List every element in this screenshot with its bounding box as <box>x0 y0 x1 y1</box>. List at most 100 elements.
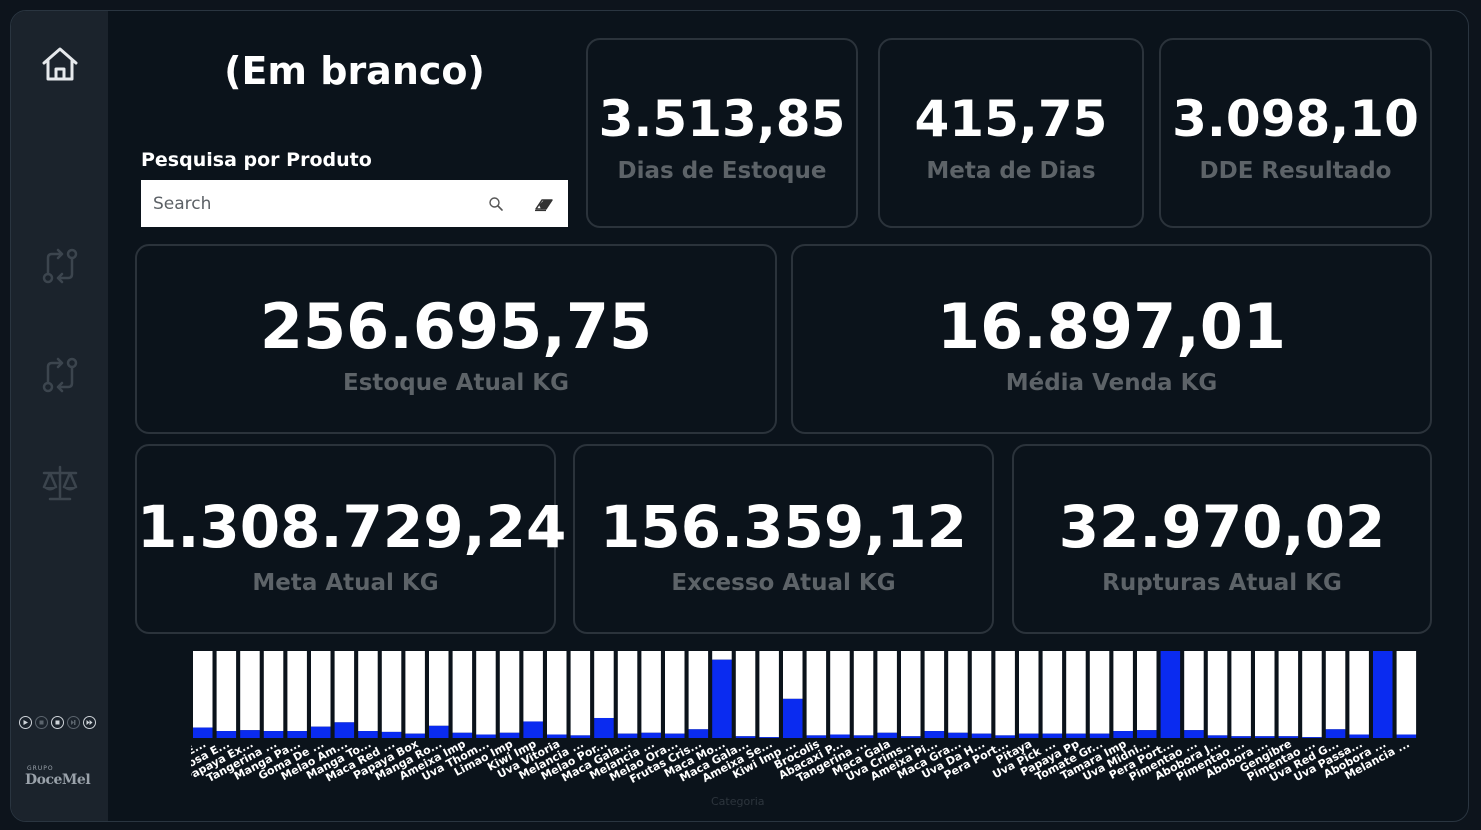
bar-segment-value[interactable] <box>287 731 307 738</box>
bar-segment-remaining[interactable] <box>1255 651 1275 737</box>
bar-segment-value[interactable] <box>853 735 874 738</box>
bar-segment-value[interactable] <box>1089 733 1110 738</box>
bar-segment-remaining[interactable] <box>853 651 874 736</box>
bar-segment-value[interactable] <box>971 733 992 738</box>
bar-segment-value[interactable] <box>1137 730 1157 738</box>
bar-segment-value[interactable] <box>759 737 779 738</box>
bar-segment-remaining[interactable] <box>429 651 449 726</box>
bar-segment-remaining[interactable] <box>1137 651 1157 731</box>
scale-icon[interactable] <box>35 458 85 508</box>
bar-segment-remaining[interactable] <box>1325 651 1346 730</box>
bar-segment-value[interactable] <box>1066 733 1086 738</box>
bar-segment-remaining[interactable] <box>405 651 425 734</box>
bar-segment-remaining[interactable] <box>523 651 543 722</box>
bar-segment-value[interactable] <box>1325 729 1346 738</box>
bar-segment-value[interactable] <box>263 731 284 738</box>
bar-segment-remaining[interactable] <box>1396 651 1417 735</box>
bar-segment-value[interactable] <box>523 721 543 738</box>
bar-segment-remaining[interactable] <box>547 651 567 735</box>
bar-segment-remaining[interactable] <box>995 651 1015 736</box>
bar-segment-value[interactable] <box>193 727 213 738</box>
bar-segment-remaining[interactable] <box>1019 651 1039 734</box>
bar-segment-value[interactable] <box>547 734 567 738</box>
bar-segment-remaining[interactable] <box>1207 651 1228 736</box>
bar-segment-value[interactable] <box>216 731 237 738</box>
play-icon[interactable] <box>19 716 32 729</box>
bar-segment-value[interactable] <box>1255 736 1275 738</box>
bar-segment-value[interactable] <box>1184 730 1204 738</box>
bar-segment-remaining[interactable] <box>1231 651 1251 737</box>
bar-segment-remaining[interactable] <box>193 651 213 728</box>
bar-segment-value[interactable] <box>995 735 1015 738</box>
bar-segment-value[interactable] <box>311 726 331 738</box>
bar-segment-remaining[interactable] <box>594 651 614 718</box>
bar-segment-value[interactable] <box>381 731 402 738</box>
stop-icon[interactable] <box>51 716 64 729</box>
bar-segment-remaining[interactable] <box>735 651 756 737</box>
bar-segment-remaining[interactable] <box>216 651 237 732</box>
bar-segment-remaining[interactable] <box>381 651 402 732</box>
bar-segment-value[interactable] <box>735 736 756 738</box>
bar-segment-value[interactable] <box>429 725 449 738</box>
bar-segment-value[interactable] <box>1231 736 1251 738</box>
bar-segment-remaining[interactable] <box>948 651 968 733</box>
bar-segment-remaining[interactable] <box>688 651 709 730</box>
bar-segment-remaining[interactable] <box>1113 651 1133 732</box>
bar-segment-value[interactable] <box>806 735 827 738</box>
bar-segment-value[interactable] <box>1349 734 1369 738</box>
bar-segment-value[interactable] <box>594 717 614 738</box>
bar-segment-remaining[interactable] <box>665 651 685 734</box>
bar-segment-remaining[interactable] <box>1278 651 1299 737</box>
bar-segment-value[interactable] <box>499 732 520 738</box>
bar-segment-value[interactable] <box>334 722 355 738</box>
bar-segment-value[interactable] <box>1113 731 1133 738</box>
bar-segment-remaining[interactable] <box>287 651 307 732</box>
bar-segment-remaining[interactable] <box>712 651 732 660</box>
bar-segment-remaining[interactable] <box>617 651 638 734</box>
bar-segment-remaining[interactable] <box>1089 651 1110 734</box>
bar-segment-remaining[interactable] <box>924 651 945 732</box>
bar-segment-value[interactable] <box>783 698 803 738</box>
bar-segment-value[interactable] <box>1396 734 1417 738</box>
bar-segment-remaining[interactable] <box>499 651 520 733</box>
bar-segment-value[interactable] <box>240 730 260 738</box>
bar-segment-value[interactable] <box>641 732 661 738</box>
skip-icon[interactable] <box>67 716 80 729</box>
compare-arrows-icon[interactable] <box>35 350 85 400</box>
bar-segment-value[interactable] <box>924 731 945 738</box>
bar-segment-value[interactable] <box>830 734 850 738</box>
bar-segment-value[interactable] <box>1207 735 1228 738</box>
bar-segment-remaining[interactable] <box>334 651 355 723</box>
bar-segment-value[interactable] <box>476 734 496 738</box>
bar-segment-value[interactable] <box>358 731 378 738</box>
bar-segment-value[interactable] <box>405 733 425 738</box>
bar-segment-value[interactable] <box>688 729 709 738</box>
bar-segment-value[interactable] <box>1302 737 1322 738</box>
bar-segment-value[interactable] <box>877 732 897 738</box>
bar-segment-remaining[interactable] <box>806 651 827 736</box>
bar-segment-remaining[interactable] <box>1302 651 1322 738</box>
bar-segment-remaining[interactable] <box>641 651 661 733</box>
bar-segment-remaining[interactable] <box>1066 651 1086 734</box>
bar-segment-value[interactable] <box>1373 651 1393 738</box>
bar-segment-remaining[interactable] <box>452 651 473 733</box>
bar-segment-remaining[interactable] <box>971 651 992 734</box>
bar-segment-remaining[interactable] <box>1349 651 1369 735</box>
bar-segment-value[interactable] <box>1019 733 1039 738</box>
bar-segment-value[interactable] <box>617 733 638 738</box>
bar-segment-remaining[interactable] <box>1184 651 1204 731</box>
bar-segment-remaining[interactable] <box>1042 651 1063 734</box>
fast-forward-icon[interactable] <box>83 716 96 729</box>
home-icon[interactable] <box>35 39 85 89</box>
bar-segment-value[interactable] <box>665 733 685 738</box>
bar-segment-remaining[interactable] <box>830 651 850 735</box>
bar-segment-remaining[interactable] <box>783 651 803 699</box>
bar-segment-value[interactable] <box>1042 733 1063 738</box>
bar-segment-remaining[interactable] <box>476 651 496 735</box>
search-input[interactable] <box>141 180 461 227</box>
bar-segment-value[interactable] <box>712 659 732 738</box>
bar-segment-remaining[interactable] <box>570 651 591 736</box>
bar-segment-remaining[interactable] <box>877 651 897 733</box>
bar-segment-value[interactable] <box>570 735 591 738</box>
bar-segment-value[interactable] <box>948 732 968 738</box>
